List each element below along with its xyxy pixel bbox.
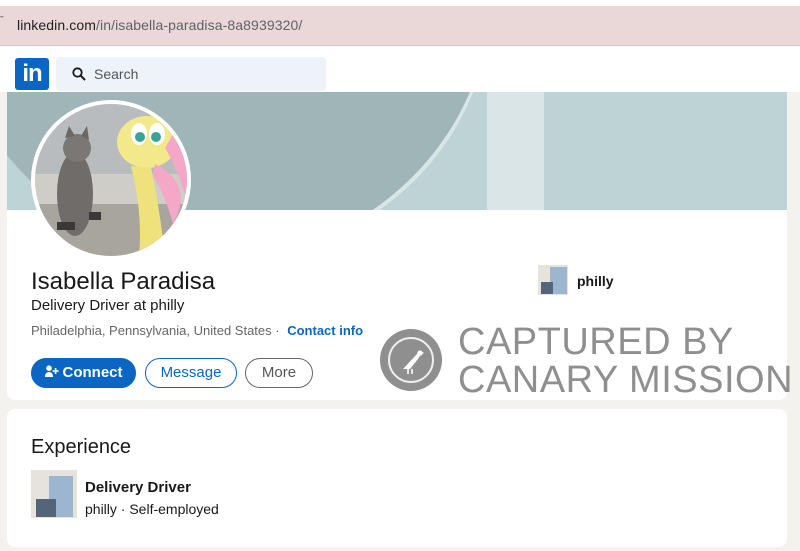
connect-label: Connect bbox=[62, 364, 123, 381]
experience-company-line: philly · Self-employed bbox=[85, 501, 219, 517]
search-input[interactable] bbox=[94, 57, 314, 91]
profile-location: Philadelphia, Pennsylvania, United State… bbox=[31, 323, 364, 338]
profile-headline: Delivery Driver at philly bbox=[31, 297, 185, 314]
message-button[interactable]: Message bbox=[145, 358, 237, 388]
experience-company-logo[interactable] bbox=[31, 470, 77, 518]
connect-button[interactable]: Connect bbox=[31, 358, 136, 388]
watermark-line2: CANARY MISSION bbox=[458, 359, 794, 401]
linkedin-navbar: in bbox=[0, 46, 800, 92]
url-path: /in/isabella-paradisa-8a8939320/ bbox=[96, 17, 303, 33]
avatar[interactable] bbox=[31, 100, 191, 260]
profile-name: Isabella Paradisa bbox=[31, 268, 216, 295]
linkedin-logo[interactable]: in bbox=[15, 58, 49, 90]
chevron-down-icon[interactable]: ˇ bbox=[0, 15, 4, 27]
url-domain: linkedin.com bbox=[17, 17, 97, 33]
browser-address-bar[interactable]: ˇ linkedin.com/in/isabella-paradisa-8a89… bbox=[0, 6, 800, 46]
logo-text: in bbox=[22, 60, 42, 87]
location-text: Philadelphia, Pennsylvania, United State… bbox=[31, 323, 272, 338]
watermark-line1: CAPTURED BY bbox=[458, 321, 734, 363]
avatar-photo bbox=[35, 104, 187, 256]
experience-card: Experience Delivery Driver philly · Self… bbox=[7, 409, 787, 547]
contact-info-link[interactable]: Contact info bbox=[287, 323, 363, 338]
company-name: philly bbox=[577, 273, 614, 289]
add-person-icon bbox=[44, 365, 59, 378]
experience-title: Experience bbox=[31, 436, 132, 458]
canary-bird-icon bbox=[380, 329, 442, 391]
company-logo bbox=[538, 265, 568, 295]
url-text[interactable]: linkedin.com/in/isabella-paradisa-8a8939… bbox=[17, 17, 302, 33]
banner-stripe bbox=[487, 92, 544, 210]
more-button[interactable]: More bbox=[245, 358, 313, 388]
experience-role: Delivery Driver bbox=[85, 479, 191, 496]
watermark-text: CAPTURED BY CANARY MISSION bbox=[458, 323, 793, 399]
search-icon bbox=[72, 67, 86, 81]
search-box[interactable] bbox=[56, 57, 326, 91]
